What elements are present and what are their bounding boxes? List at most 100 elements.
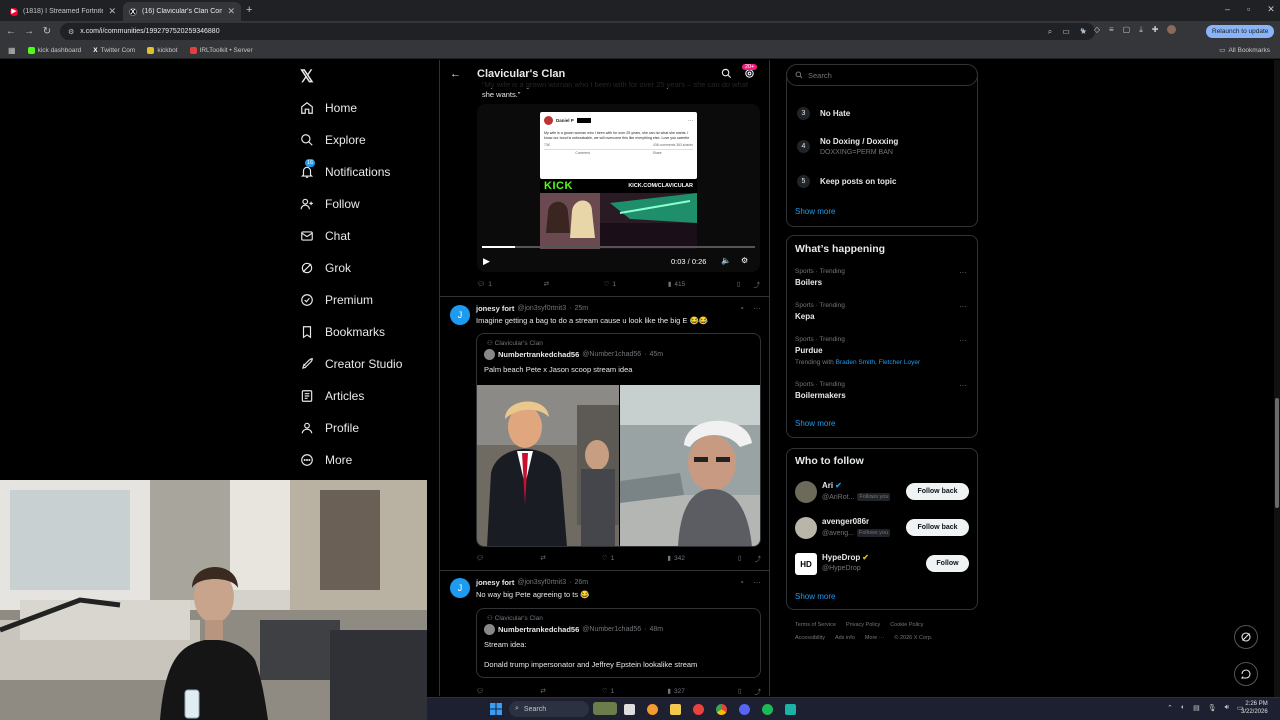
messages-float-button[interactable] (1234, 662, 1258, 686)
download-icon[interactable]: ⤓ (1139, 25, 1143, 35)
video-player[interactable]: Daniel P ··· My wife is a grown woman wh… (477, 104, 760, 272)
reply-button[interactable]: 💬︎ (476, 554, 487, 562)
nav-more[interactable]: More (300, 448, 352, 472)
task-view-icon[interactable] (624, 704, 635, 715)
taskbar-app-icon[interactable] (647, 704, 658, 715)
maximize-icon[interactable]: ▫ (1247, 4, 1250, 15)
tab-close-icon[interactable]: ✕ (108, 6, 116, 17)
grok-icon[interactable]: ◔ (739, 578, 744, 587)
bookmark-button[interactable]: ▯ ⤴ (738, 686, 761, 696)
bookmark-button[interactable]: ▯ ⤴ (737, 279, 760, 289)
nav-follow[interactable]: Follow (300, 192, 360, 216)
apps-grid-icon[interactable]: ▦ (8, 46, 16, 55)
page-scrollbar[interactable] (1274, 60, 1280, 697)
post[interactable]: J (450, 578, 470, 598)
chrome-icon[interactable] (716, 704, 727, 715)
views-button[interactable]: ▮ 327 (667, 687, 684, 696)
reply-button[interactable]: 💬︎ (476, 687, 487, 695)
reply-button[interactable]: 💬︎ 1 (477, 280, 492, 289)
nav-chat[interactable]: Chat (300, 224, 350, 248)
all-bookmarks[interactable]: ▭ All Bookmarks (1219, 46, 1280, 55)
more-icon[interactable]: ··· (753, 304, 761, 313)
extension-icon[interactable]: ≡ (1109, 25, 1114, 35)
nav-grok[interactable]: Grok (300, 256, 351, 280)
follow-suggestion[interactable]: HD HypeDrop ✔ @HypeDrop Follow (795, 553, 973, 575)
more-icon[interactable]: ··· (753, 578, 761, 587)
widgets-icon[interactable] (593, 702, 617, 715)
nav-home[interactable]: Home (300, 96, 357, 120)
like-button[interactable]: ♡ 1 (604, 280, 616, 289)
window-close-icon[interactable]: ✕ (1267, 4, 1275, 15)
views-button[interactable]: ▮ 415 (668, 280, 685, 289)
repost-button[interactable]: ⇄ (540, 554, 548, 562)
minimize-icon[interactable]: – (1225, 4, 1230, 15)
spotify-icon[interactable] (762, 704, 773, 715)
network-icon[interactable]: ▤ (1193, 704, 1200, 712)
footer-link[interactable]: Terms of Service (795, 622, 836, 628)
author-name[interactable]: jonesy fort (476, 578, 514, 587)
grok-float-button[interactable] (1234, 625, 1258, 649)
tray-chevron-icon[interactable]: ⌃ (1167, 704, 1173, 712)
profile-avatar-icon[interactable] (1167, 25, 1177, 34)
extensions-puzzle-icon[interactable]: ✚ (1152, 25, 1159, 35)
nav-premium[interactable]: Premium (300, 288, 373, 312)
more-icon[interactable]: ··· (959, 336, 967, 345)
post-time[interactable]: 26m (574, 579, 588, 586)
repost-button[interactable]: ⇄ (544, 280, 552, 288)
repost-button[interactable]: ⇄ (540, 687, 548, 695)
speaker-icon[interactable]: 🔊︎ (1225, 704, 1229, 712)
author-name[interactable]: jonesy fort (476, 304, 514, 313)
extension-icon[interactable]: ◇ (1094, 25, 1100, 35)
windows-start-icon[interactable] (490, 703, 502, 715)
nav-creator-studio[interactable]: Creator Studio (300, 352, 402, 376)
share-icon[interactable]: ⤴ (755, 686, 762, 696)
avatar[interactable] (795, 481, 817, 503)
forward-arrow-icon[interactable]: → (20, 23, 38, 41)
grok-icon[interactable]: ◔ (739, 304, 744, 313)
nav-articles[interactable]: Articles (300, 384, 364, 408)
follow-back-button[interactable]: Follow back (906, 519, 969, 536)
trending-show-more[interactable]: Show more (795, 419, 835, 428)
nav-bookmarks[interactable]: Bookmarks (300, 320, 385, 344)
more-icon[interactable]: ··· (959, 302, 967, 311)
trend-item[interactable]: Sports · Trending Kepa ··· (795, 302, 970, 321)
trend-item[interactable]: Sports · Trending Boilers ··· (795, 268, 970, 287)
new-tab-icon[interactable]: + (246, 4, 252, 16)
trend-related-links[interactable]: Braden Smith, Fletcher Loyer (836, 359, 921, 366)
avatar[interactable] (795, 517, 817, 539)
relaunch-button[interactable]: Relaunch to update (1206, 25, 1275, 38)
share-icon[interactable]: ⤴ (755, 553, 762, 563)
post[interactable]: J (450, 305, 470, 325)
hypedrop-avatar[interactable]: HD (795, 553, 817, 575)
trend-item[interactable]: Sports · Trending Purdue Trending with B… (795, 336, 970, 366)
epstein-lookalike-photo[interactable] (620, 385, 761, 547)
clock[interactable]: 2:26 PM 3/22/2026 (1241, 700, 1268, 716)
video-progress-track[interactable] (482, 246, 755, 248)
avatar[interactable]: J (450, 305, 470, 325)
quote-post[interactable]: ⚇ Clavicular's Clan Numbertrankedchad56 … (476, 333, 761, 547)
rules-show-more[interactable]: Show more (795, 207, 835, 216)
volume-icon[interactable]: 🔈 (721, 256, 731, 265)
taskbar-app-icon[interactable] (785, 704, 796, 715)
scrollbar-thumb[interactable] (1275, 398, 1279, 508)
taskbar-app-icon[interactable] (693, 704, 704, 715)
play-icon[interactable]: ▶ (483, 256, 490, 267)
footer-link[interactable]: Ads info (835, 635, 855, 641)
avatar[interactable]: J (450, 578, 470, 598)
browser-tab[interactable]: ▶ (1818) I Streamed Fortnite for 1 ✕ (4, 2, 122, 21)
quote-post[interactable]: ⚇ Clavicular's Clan Numbertrankedchad56 … (476, 608, 761, 678)
footer-link[interactable]: Privacy Policy (846, 622, 880, 628)
trump-impersonator-photo[interactable] (477, 385, 619, 547)
follow-suggestion[interactable]: avenger086r @aveng... Follows you Follow … (795, 517, 973, 539)
reload-icon[interactable]: ↻ (38, 23, 56, 41)
bookmark-button[interactable]: ▯ ⤴ (738, 553, 761, 563)
follow-back-button[interactable]: Follow back (906, 483, 969, 500)
follow-suggestion[interactable]: Ari ✔ @AriRot... Follows you Follow back (795, 481, 973, 503)
tab-close-icon[interactable]: ✕ (227, 6, 235, 17)
quote-media[interactable] (477, 385, 761, 547)
rule-item[interactable]: 5 Keep posts on topic (797, 175, 896, 188)
extension-icon[interactable]: ◐ (1080, 25, 1085, 35)
post-time[interactable]: 25m (574, 305, 588, 312)
like-button[interactable]: ♡ 1 (602, 554, 614, 563)
browser-tab-active[interactable]: X (16) Clavicular's Clan Communi ✕ (123, 2, 241, 21)
